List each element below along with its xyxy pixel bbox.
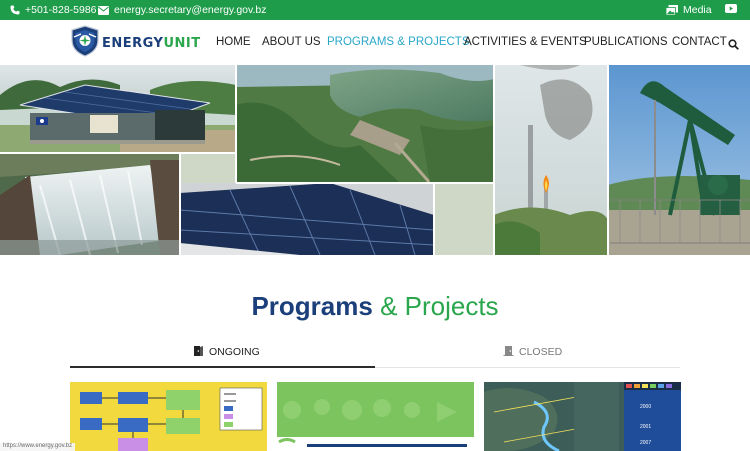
phone-icon [10,5,20,15]
photo-solar-building [0,65,236,153]
nav-activities-events[interactable]: ACTIVITIES & EVENTS [464,36,587,48]
tab-ongoing-label: ONGOING [209,346,260,358]
map-thumbnail [484,382,681,451]
site-header: ENERGYUNIT HOME ABOUT US PROGRAMS & PROJ… [0,20,750,65]
media-link[interactable]: Media [666,4,712,16]
nav-contact[interactable]: CONTACT [672,36,727,48]
door-closed-icon [503,345,514,359]
nav-about-us[interactable]: ABOUT US [262,36,321,48]
logo-text-energy: ENERGY [102,36,164,51]
envelope-icon [98,5,109,15]
section-title-strong: Programs [251,291,373,321]
photo-oil-pumpjack [608,65,750,255]
nav-programs-projects[interactable]: PROGRAMS & PROJECTS [327,36,470,48]
nav-home[interactable]: HOME [216,36,251,48]
site-logo[interactable]: ENERGYUNIT [70,25,201,62]
email-contact[interactable]: energy.secretary@energy.gov.bz [98,4,266,16]
map-year-2001: 2001 [640,424,652,430]
section-title-rest: & Projects [380,291,499,321]
tab-closed-label: CLOSED [519,346,563,358]
phone-contact[interactable]: +501-828-5986 [10,4,97,16]
logo-wordmark: ENERGYUNIT [102,36,201,51]
photo-gas-flare [494,65,608,255]
tab-ongoing-underline [70,366,375,368]
photo-aerial-reservoir [236,65,494,184]
map-year-2007: 2007 [640,440,652,446]
youtube-icon [725,4,737,13]
tab-ongoing[interactable]: ONGOING [193,345,260,359]
hero-photo-mosaic [0,65,750,255]
phone-number: +501-828-5986 [25,4,97,16]
map-year-2000: 2000 [640,404,652,410]
tab-divider-line [375,367,680,368]
images-icon [666,5,678,15]
project-card-caribbean-program[interactable] [277,382,474,451]
media-label: Media [683,4,712,16]
status-bar-url: https://www.energy.gov.bz [0,443,76,451]
flowchart-thumbnail [80,387,263,451]
photo-dam-spillway [0,153,180,255]
section-title: Programs & Projects [0,291,750,322]
top-contact-bar: +501-828-5986 energy.secretary@energy.go… [0,0,750,20]
door-open-icon [193,345,204,359]
youtube-link[interactable] [725,4,737,13]
tab-closed[interactable]: CLOSED [503,345,562,359]
photo-solar-rooftop [179,183,435,255]
shield-logo-icon [70,25,100,62]
email-address: energy.secretary@energy.gov.bz [114,4,267,16]
nav-publications[interactable]: PUBLICATIONS [584,36,668,48]
logo-text-unit: UNIT [163,36,201,51]
program-banner-thumbnail [277,382,474,451]
project-card-map[interactable]: 2000 2001 2007 [484,382,681,451]
project-card-flowchart[interactable] [70,382,267,451]
search-icon[interactable] [728,37,739,55]
